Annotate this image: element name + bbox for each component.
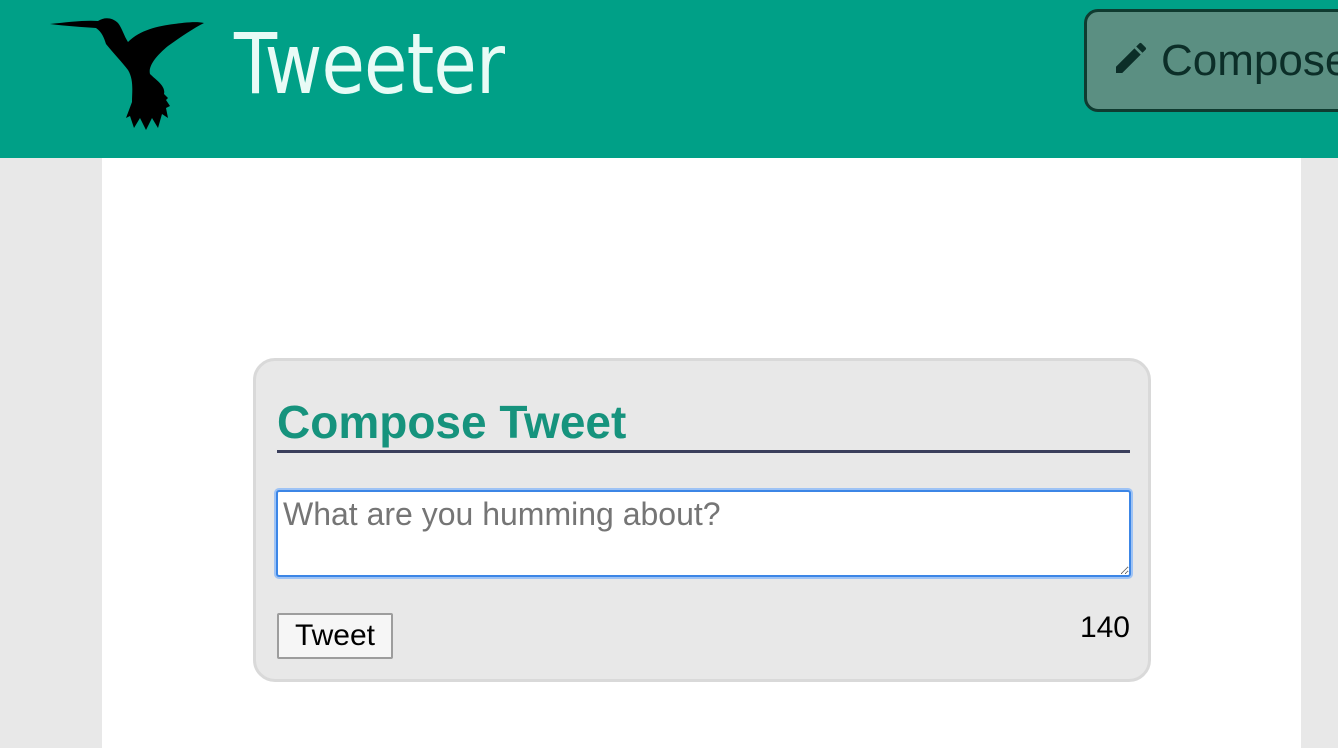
compose-tweet-heading: Compose Tweet bbox=[277, 395, 1130, 453]
pencil-icon bbox=[1116, 42, 1147, 73]
tweet-textarea[interactable] bbox=[276, 490, 1131, 577]
brand-title: Tweeter bbox=[234, 15, 505, 113]
compose-button[interactable]: Compose bbox=[1084, 9, 1338, 112]
main-container: Compose Tweet Tweet 140 bbox=[102, 158, 1301, 748]
tweet-submit-button[interactable]: Tweet bbox=[277, 613, 393, 659]
compose-tweet-panel: Compose Tweet Tweet 140 bbox=[253, 358, 1151, 682]
compose-button-label: Compose bbox=[1161, 35, 1338, 85]
character-counter: 140 bbox=[1079, 611, 1130, 644]
hummingbird-logo-icon bbox=[50, 18, 204, 130]
top-navbar: Tweeter Compose bbox=[0, 0, 1338, 158]
